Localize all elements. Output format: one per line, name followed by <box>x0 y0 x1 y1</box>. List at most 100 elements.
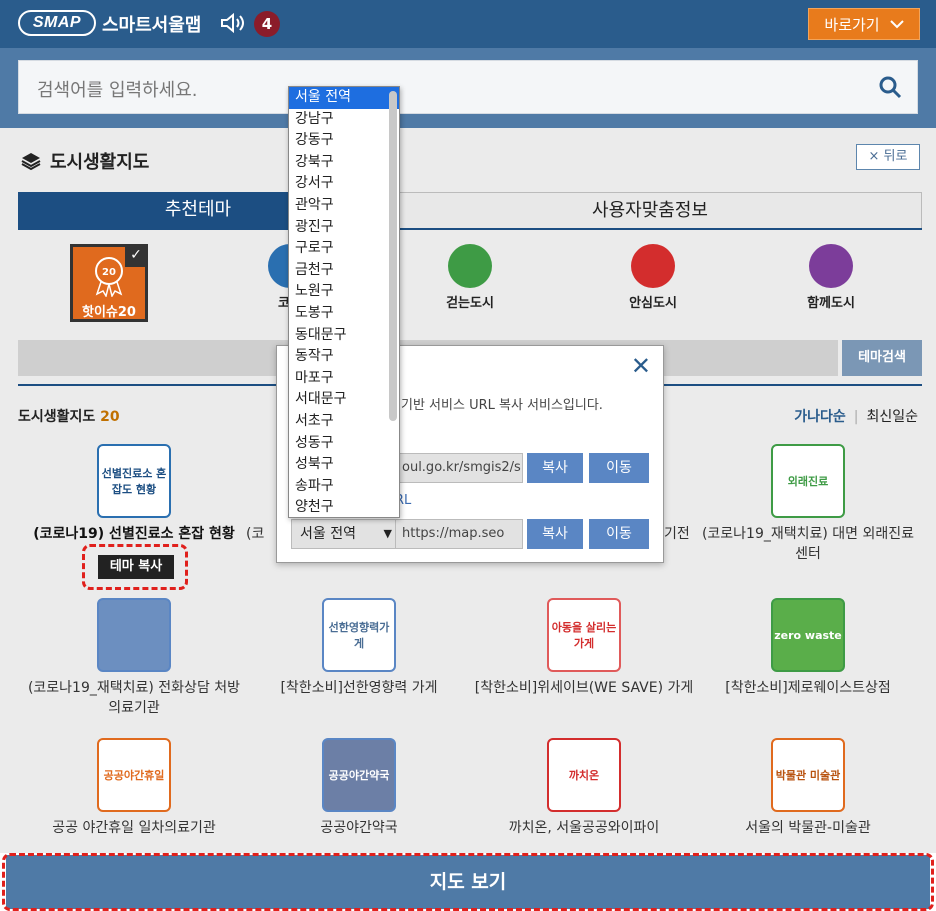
close-icon[interactable]: ✕ <box>631 352 651 380</box>
url-field-1[interactable]: oul.go.kr/smgis2/s <box>395 453 523 483</box>
back-button[interactable]: × 뒤로 <box>856 144 920 170</box>
card-label: 까치온, 서울공공와이파이 <box>508 820 660 836</box>
megaphone-icon <box>631 244 675 288</box>
house-icon <box>97 598 171 672</box>
app-header: SMAP 스마트서울맵 4 바로가기 <box>0 0 936 48</box>
theme-walking-label: 걷는도시 <box>446 296 494 311</box>
pill-icon: 공공야간약국 <box>322 738 396 812</box>
copy-button-1[interactable]: 복사 <box>527 453 583 483</box>
move-button-2[interactable]: 이동 <box>589 519 649 549</box>
museum-icon: 박물관 미술관 <box>771 738 845 812</box>
dropdown-option[interactable]: 마포구 <box>289 368 399 390</box>
notification-badge[interactable]: 4 <box>254 11 280 37</box>
dropdown-arrow-icon: ▼ <box>383 527 392 540</box>
hospital-icon: 외래진료 <box>771 444 845 518</box>
dropdown-option[interactable]: 송파구 <box>289 476 399 498</box>
modal-description: 기반 서비스 URL 복사 서비스입니다. <box>401 398 603 413</box>
check-icon: ✓ <box>125 245 147 267</box>
highlight-map-button <box>2 853 934 911</box>
card-museum[interactable]: 박물관 미술관 서울의 박물관-미술관 <box>694 738 922 838</box>
dropdown-option[interactable]: 동대문구 <box>289 325 399 347</box>
dropdown-option[interactable]: 관악구 <box>289 195 399 217</box>
card-zero-waste[interactable]: zero waste [착한소비]제로웨이스트상점 <box>694 598 922 698</box>
card-night-pharmacy[interactable]: 공공야간약국 공공야간약국 <box>245 738 473 838</box>
card-label: [착한소비]선한영향력 가게 <box>280 680 438 696</box>
sort-alpha[interactable]: 가나다순 <box>794 409 846 425</box>
wifi-icon: 까치온 <box>547 738 621 812</box>
dropdown-option[interactable]: 서초구 <box>289 411 399 433</box>
layers-icon <box>21 153 41 171</box>
dropdown-option[interactable]: 강서구 <box>289 173 399 195</box>
dropdown-option[interactable]: 강북구 <box>289 152 399 174</box>
card-outpatient[interactable]: 외래진료 (코로나19_재택치료) 대면 외래진료 센터 <box>694 444 922 564</box>
card-good-influence[interactable]: 선한영향력가게 [착한소비]선한영향력 가게 <box>245 598 473 698</box>
tab-custom-info[interactable]: 사용자맞춤정보 <box>378 192 922 228</box>
theme-together-label: 함께도시 <box>807 296 855 311</box>
stroller-icon <box>809 244 853 288</box>
goto-label: 바로가기 <box>824 15 880 34</box>
tab-bar: 추천테마 사용자맞춤정보 <box>18 192 922 230</box>
move-button-1[interactable]: 이동 <box>589 453 649 483</box>
dropdown-option[interactable]: 서대문구 <box>289 389 399 411</box>
dropdown-option[interactable]: 서울 전역 <box>289 87 399 109</box>
speaker-icon[interactable] <box>220 12 246 34</box>
leaf-icon: zero waste <box>771 598 845 672</box>
chevron-down-icon <box>889 20 904 29</box>
app-title: 스마트서울맵 <box>102 15 202 36</box>
card-label: 공공야간약국 <box>320 820 398 836</box>
card-wifi[interactable]: 까치온 까치온, 서울공공와이파이 <box>470 738 698 838</box>
theme-hot-label: 핫이슈20 <box>82 305 136 320</box>
dropdown-option[interactable]: 강남구 <box>289 109 399 131</box>
url-field-2[interactable]: https://map.seo <box>395 519 523 549</box>
dropdown-option[interactable]: 양천구 <box>289 497 399 517</box>
theme-together[interactable]: 함께도시 <box>786 244 876 311</box>
dropdown-option[interactable]: 광진구 <box>289 217 399 239</box>
dropdown-option[interactable]: 노원구 <box>289 281 399 303</box>
dropdown-option[interactable]: 강동구 <box>289 130 399 152</box>
dropdown-option[interactable]: 구로구 <box>289 238 399 260</box>
svg-text:20: 20 <box>102 267 116 278</box>
theme-safety[interactable]: 안심도시 <box>608 244 698 311</box>
search-area: 검색어를 입력하세요. <box>0 48 936 128</box>
card-label: 공공 야간휴일 일차의료기관 <box>52 820 216 836</box>
dropdown-option[interactable]: 성동구 <box>289 433 399 455</box>
scrollbar[interactable] <box>389 91 397 421</box>
card-night-clinic[interactable]: 공공야간휴일 공공 야간휴일 일차의료기관 <box>20 738 248 838</box>
dropdown-option[interactable]: 동작구 <box>289 346 399 368</box>
clinic-icon: 선별진료소 혼잡도 현황 <box>97 444 171 518</box>
theme-walking[interactable]: 걷는도시 <box>425 244 515 311</box>
card-label: (코로나19) 선별진료소 혼잡 현황 <box>33 526 235 542</box>
theme-safety-label: 안심도시 <box>629 296 677 311</box>
district-dropdown-list: 서울 전역 강남구 강동구 강북구 강서구 관악구 광진구 구로구 금천구 노원구 도봉구 동대문구 동… <box>288 86 400 518</box>
highlight-copy-theme <box>82 544 188 590</box>
card-phone-consult[interactable]: (코로나19_재택치료) 전화상담 처방 의료기관 <box>20 598 248 718</box>
dropdown-option[interactable]: 도봉구 <box>289 303 399 325</box>
theme-search-button[interactable]: 테마검색 <box>842 340 922 376</box>
list-header: 도시생활지도 20 <box>18 406 120 426</box>
card-label: 서울의 박물관-미술관 <box>745 820 871 836</box>
district-select[interactable]: 서울 전역 ▼ <box>291 519 403 549</box>
walking-icon <box>448 244 492 288</box>
list-count: 20 <box>100 409 120 425</box>
theme-hot-issue[interactable]: 20 핫이슈20 ✓ <box>70 244 148 322</box>
search-input[interactable]: 검색어를 입력하세요. <box>18 60 918 114</box>
cross-icon: 공공야간휴일 <box>97 738 171 812</box>
copy-button-2[interactable]: 복사 <box>527 519 583 549</box>
section-title-text: 도시생활지도 <box>50 152 150 173</box>
district-select-value: 서울 전역 <box>300 526 356 542</box>
card-label: [착한소비]제로웨이스트상점 <box>725 680 891 696</box>
section-title: 도시생활지도 <box>20 148 149 174</box>
list-title: 도시생활지도 <box>18 409 96 425</box>
card-label: [착한소비]위세이브(WE SAVE) 가게 <box>474 680 694 696</box>
smile-icon: 선한영향력가게 <box>322 598 396 672</box>
sort-latest[interactable]: 최신일순 <box>866 409 918 425</box>
goto-button[interactable]: 바로가기 <box>808 8 920 40</box>
card-clinic-congestion[interactable]: 선별진료소 혼잡도 현황 (코로나19) 선별진료소 혼잡 현황 <box>20 444 248 544</box>
sort-options: 가나다순 | 최신일순 <box>794 409 918 425</box>
card-wesave[interactable]: 아동을 살리는 가게 [착한소비]위세이브(WE SAVE) 가게 <box>470 598 698 698</box>
wesave-icon: 아동을 살리는 가게 <box>547 598 621 672</box>
search-icon[interactable] <box>877 74 903 100</box>
dropdown-option[interactable]: 금천구 <box>289 260 399 282</box>
smap-logo[interactable]: SMAP <box>18 10 96 36</box>
dropdown-option[interactable]: 성북구 <box>289 454 399 476</box>
